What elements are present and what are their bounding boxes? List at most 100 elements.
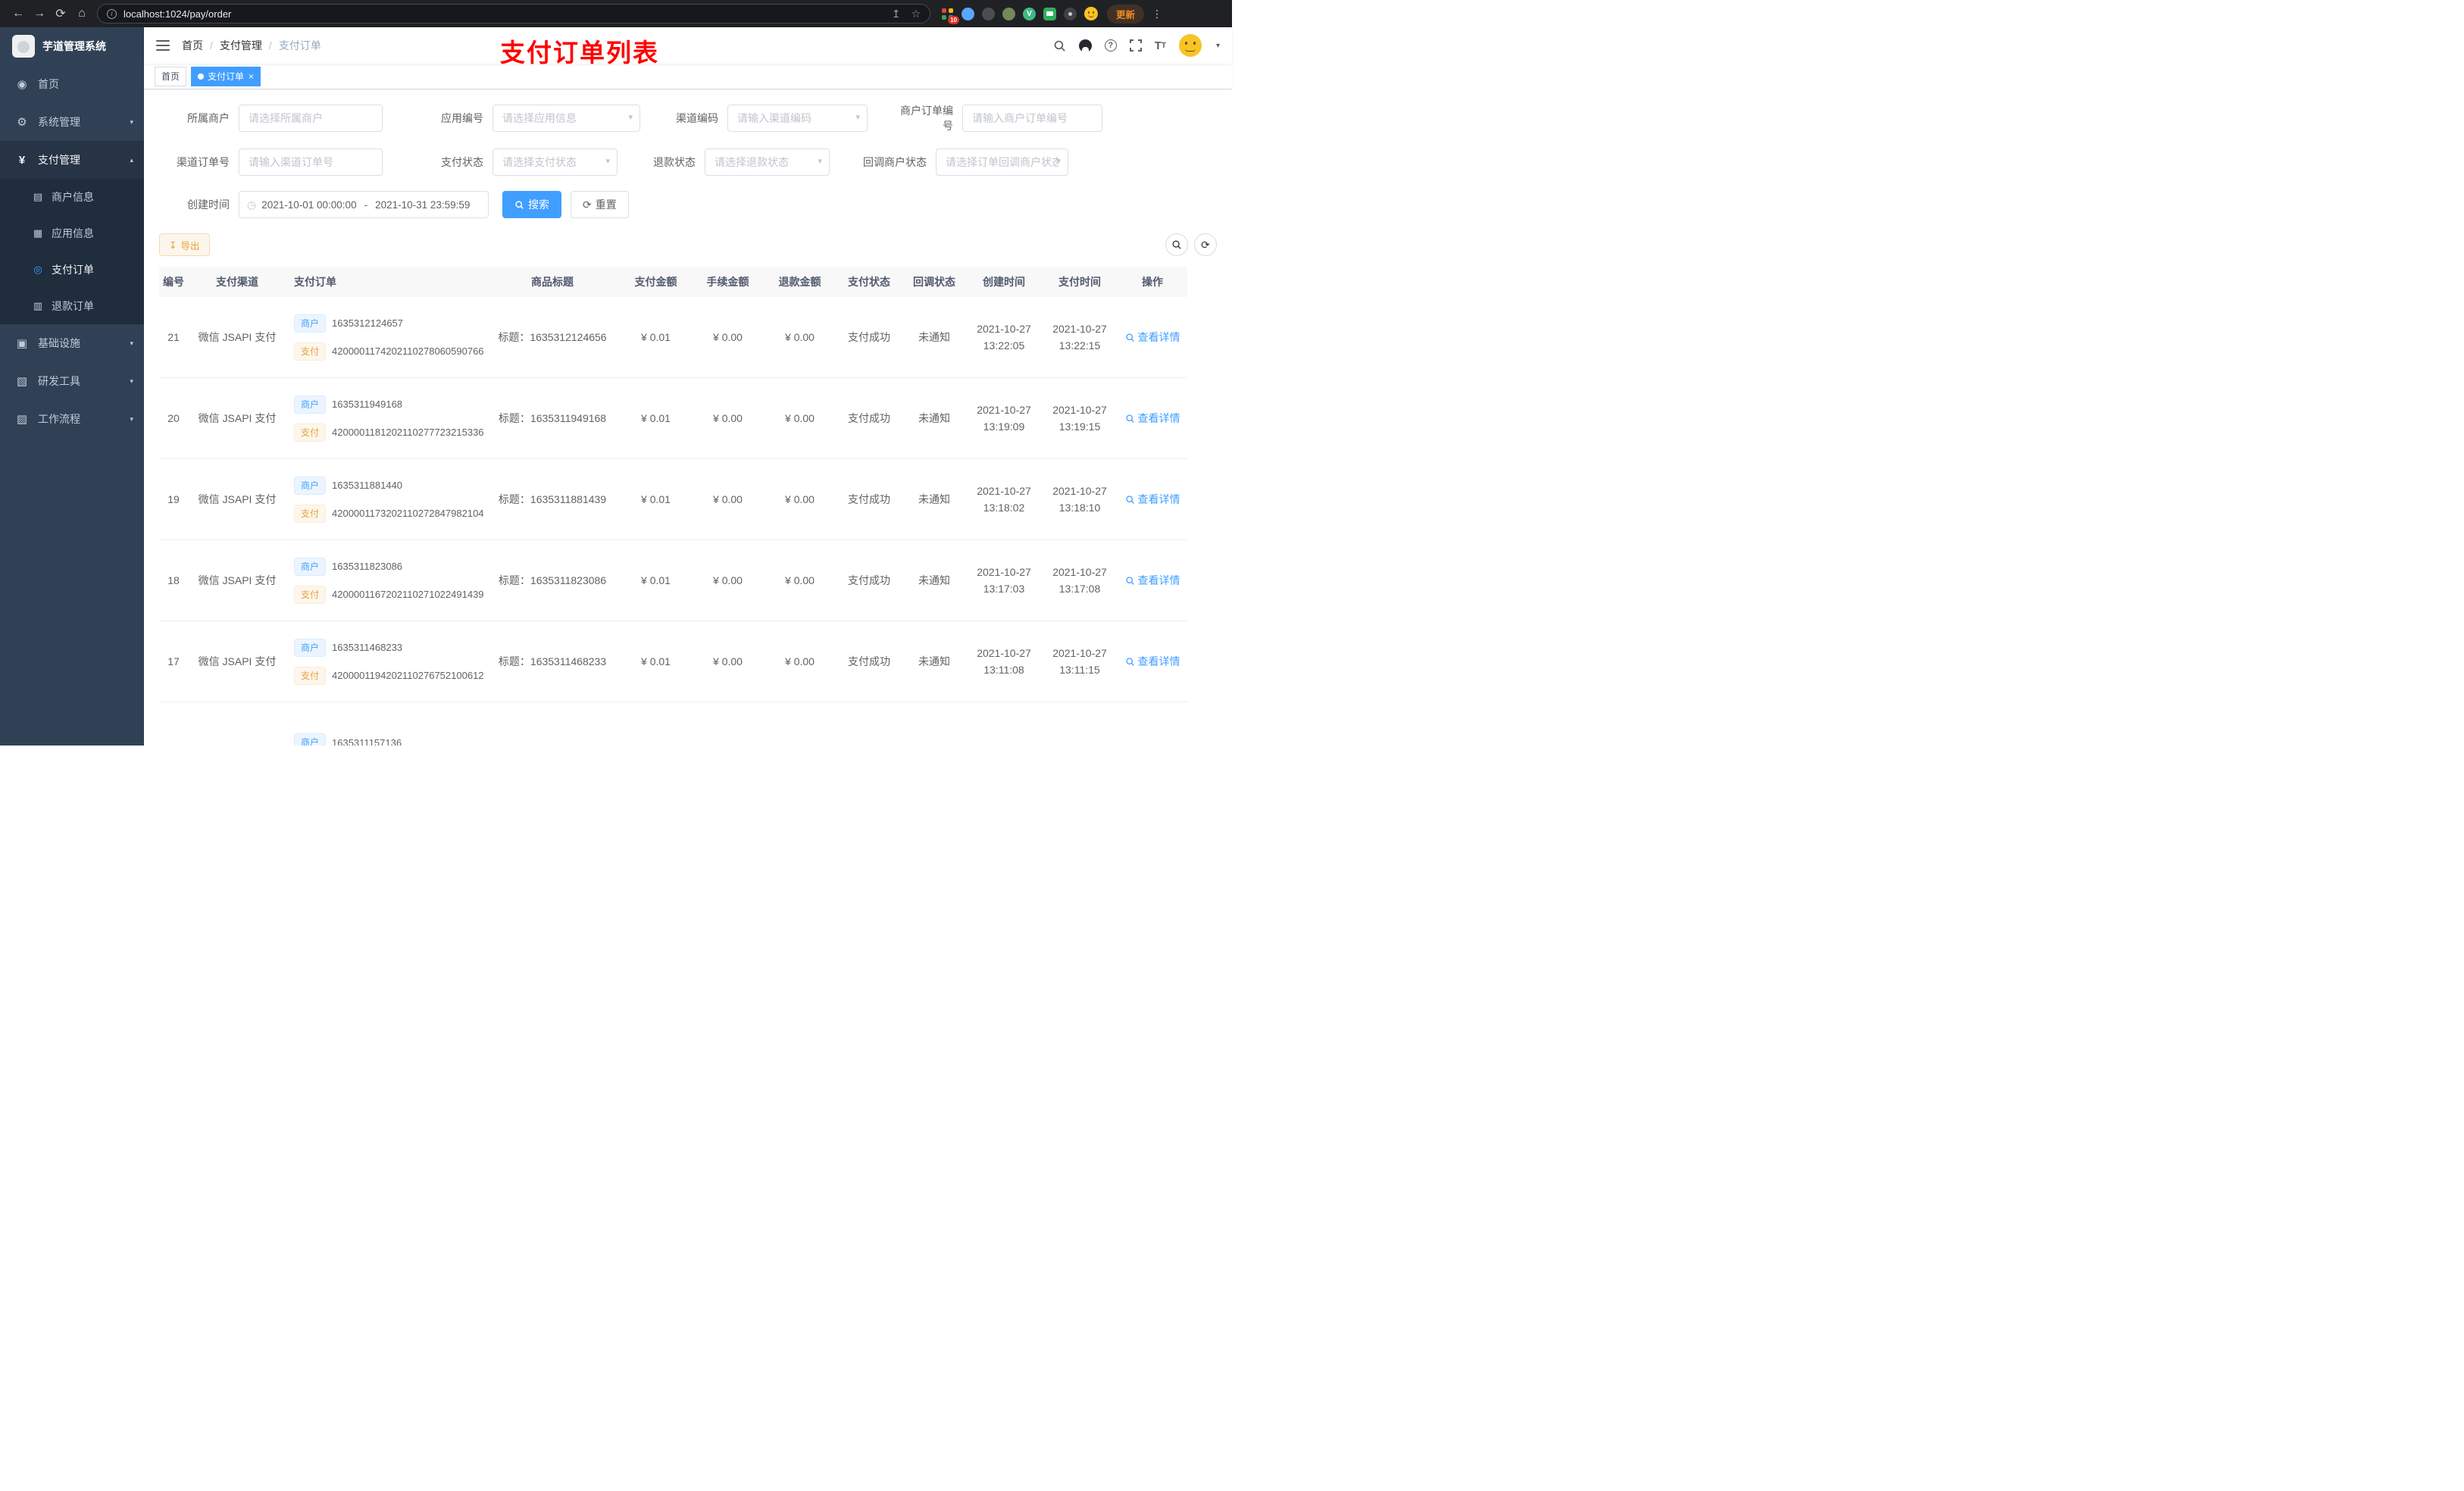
sidebar-item-refund-order[interactable]: ▥ 退款订单 (0, 288, 144, 324)
chevron-down-icon: ▾ (130, 117, 133, 126)
filter-label-merchant-order-no: 商户订单编号 (900, 105, 953, 132)
tab-pay-order[interactable]: 支付订单 × (191, 66, 261, 86)
app-header: 首页 / 支付管理 / 支付订单 支付订单列表 ? TT ▾ (144, 27, 1232, 67)
view-detail-link[interactable]: 查看详情 (1125, 411, 1180, 426)
chevron-up-icon: ▴ (130, 155, 133, 164)
chevron-down-icon: ▾ (130, 339, 133, 347)
sidebar-item-workflow[interactable]: ▨ 工作流程 ▾ (0, 400, 144, 438)
address-bar[interactable]: i localhost:1024/pay/order ↥ ☆ (97, 4, 930, 23)
browser-menu-icon[interactable]: ⋮ (1152, 8, 1162, 20)
channel-code-input[interactable] (727, 105, 868, 132)
sidebar-item-merchant-info[interactable]: ▤ 商户信息 (0, 179, 144, 215)
app-select[interactable] (492, 105, 640, 132)
pin-extension-icon[interactable] (1064, 7, 1077, 20)
merchant-tag: 商户 (294, 476, 327, 495)
site-info-icon[interactable]: i (107, 8, 117, 19)
merchant-tag: 商户 (294, 314, 327, 333)
filter-label-pay-status: 支付状态 (441, 156, 483, 168)
refund-status-select[interactable] (705, 148, 830, 176)
notify-status-select[interactable] (936, 148, 1068, 176)
view-detail-link[interactable]: 查看详情 (1125, 654, 1180, 669)
table-row: 21 微信 JSAPI 支付 商户 1635312124657 支付 4200001… (159, 297, 1187, 378)
yen-icon: ¥ (18, 153, 26, 167)
payment-submenu: ▤ 商户信息 ▦ 应用信息 ◎ 支付订单 ▥ 退款订单 (0, 179, 144, 324)
filter-label-refund-status: 退款状态 (653, 156, 696, 168)
chevron-down-icon: ▾ (130, 414, 133, 423)
date-range-picker[interactable]: ◷ 2021-10-01 00:00:00 - 2021-10-31 23:59… (239, 191, 489, 218)
github-icon[interactable] (1078, 39, 1092, 52)
merchant-tag: 商户 (294, 395, 327, 414)
pay-status-select[interactable] (492, 148, 618, 176)
share-icon[interactable]: ↥ (892, 8, 901, 20)
search-icon[interactable] (1053, 39, 1066, 52)
date-start: 2021-10-01 00:00:00 (261, 198, 357, 211)
sidebar-item-pay-order[interactable]: ◎ 支付订单 (0, 252, 144, 288)
extension-blue-icon[interactable] (962, 7, 974, 20)
sidebar-item-system[interactable]: ⚙ 系统管理 ▾ (0, 103, 144, 141)
export-button[interactable]: ↧ 导出 (159, 233, 210, 256)
view-detail-link[interactable]: 查看详情 (1125, 573, 1180, 588)
bookmark-star-icon[interactable]: ☆ (911, 8, 921, 20)
breadcrumb-home[interactable]: 首页 (182, 38, 203, 53)
hamburger-icon[interactable] (156, 40, 170, 51)
back-icon[interactable]: ← (8, 7, 29, 20)
reset-button[interactable]: ⟳ 重置 (571, 191, 629, 218)
table-row: 18 微信 JSAPI 支付 商户 1635311823086 支付 4200001… (159, 540, 1187, 621)
filter-label-merchant: 所属商户 (187, 112, 230, 124)
merchant-order-no-input[interactable] (962, 105, 1102, 132)
font-size-icon[interactable]: TT (1155, 39, 1166, 52)
filter-label-channel-order-no: 渠道订单号 (177, 156, 230, 168)
table-row-partial: 商户 1635311157136 (159, 702, 1187, 746)
url-text[interactable]: localhost:1024/pay/order (124, 8, 231, 20)
sidebar-item-app-info[interactable]: ▦ 应用信息 (0, 215, 144, 252)
tool-icon: ▧ (16, 375, 28, 388)
sidebar-item-devtools[interactable]: ▧ 研发工具 ▾ (0, 362, 144, 400)
refresh-table-icon[interactable]: ⟳ (1194, 233, 1217, 256)
extension-badge: 10 (948, 15, 959, 24)
forward-icon[interactable]: → (29, 7, 50, 20)
extension-olive-icon[interactable] (1002, 7, 1015, 20)
breadcrumb-current: 支付订单 (278, 39, 321, 52)
chat-extension-icon[interactable] (1043, 7, 1056, 20)
channel-order-no-input[interactable] (239, 148, 383, 176)
browser-update-button[interactable]: 更新 (1107, 4, 1145, 23)
pay-tag: 支付 (294, 342, 327, 361)
hide-search-icon[interactable] (1165, 233, 1188, 256)
sidebar-item-home[interactable]: ◉ 首页 (0, 65, 144, 103)
home-icon[interactable]: ⌂ (71, 7, 92, 20)
monitor-icon: ▣ (16, 337, 28, 350)
pay-tag: 支付 (294, 423, 327, 442)
browser-chrome: ← → ⟳ ⌂ i localhost:1024/pay/order ↥ ☆ 1… (0, 0, 1232, 27)
merchant-select[interactable] (239, 105, 383, 132)
merchant-tag: 商户 (294, 638, 327, 657)
browser-profile-avatar[interactable] (1084, 7, 1098, 20)
search-button[interactable]: 搜索 (502, 191, 561, 218)
filter-label-app: 应用编号 (441, 112, 483, 124)
help-icon[interactable]: ? (1104, 39, 1117, 52)
pay-tag: 支付 (294, 666, 327, 685)
user-avatar[interactable] (1178, 34, 1202, 57)
table-row: 20 微信 JSAPI 支付 商户 1635311949168 支付 4200001… (159, 378, 1187, 459)
fullscreen-icon[interactable] (1129, 39, 1142, 52)
tab-home[interactable]: 首页 (155, 66, 187, 86)
view-detail-link[interactable]: 查看详情 (1125, 492, 1180, 507)
sidebar-item-payment[interactable]: ¥ 支付管理 ▴ (0, 141, 144, 179)
extension-dark-icon[interactable] (982, 7, 995, 20)
close-tab-icon[interactable]: × (249, 67, 254, 86)
clock-icon: ◷ (247, 198, 257, 211)
app-logo-row[interactable]: 芋道管理系统 (0, 27, 144, 65)
workflow-icon: ▨ (16, 413, 28, 426)
sidebar: 芋道管理系统 ◉ 首页 ⚙ 系统管理 ▾ ¥ 支付管理 ▴ ▤ 商户信息 ▦ 应… (0, 27, 144, 746)
avatar-caret-icon[interactable]: ▾ (1216, 42, 1220, 50)
table-header: 编号 支付渠道 支付订单 商品标题 支付金额 手续金额 退款金额 支付状态 回调… (159, 267, 1187, 297)
extension-grid-icon[interactable]: 10 (941, 8, 959, 24)
pay-tag: 支付 (294, 585, 327, 604)
reload-icon[interactable]: ⟳ (50, 6, 71, 21)
breadcrumb: 首页 / 支付管理 / 支付订单 (182, 38, 321, 53)
tags-view-bar: 首页 支付订单 × (144, 64, 1232, 89)
breadcrumb-section[interactable]: 支付管理 (220, 38, 262, 53)
vue-devtools-icon[interactable]: V (1023, 7, 1036, 20)
view-detail-link[interactable]: 查看详情 (1125, 330, 1180, 345)
sidebar-item-infra[interactable]: ▣ 基础设施 ▾ (0, 324, 144, 362)
grid-icon: ▦ (33, 227, 43, 239)
